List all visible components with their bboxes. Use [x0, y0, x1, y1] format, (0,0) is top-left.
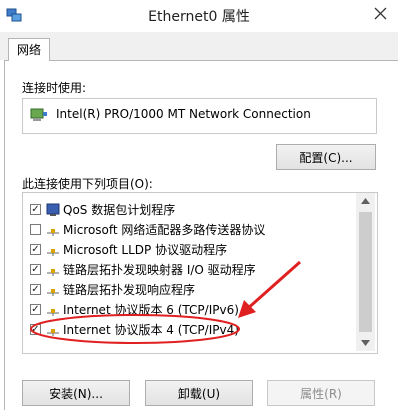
list-item-label: 链路层拓扑发现映射器 I/O 驱动程序 — [63, 263, 256, 277]
protocol-icon — [47, 289, 59, 296]
qos-icon — [46, 203, 60, 216]
window-title: Ethernet0 属性 — [148, 9, 250, 25]
list-item-ipv6[interactable]: ✓ Internet 协议版本 6 (TCP/IPv6) — [23, 300, 353, 320]
protocol-icon — [47, 229, 59, 236]
close-icon[interactable] — [363, 0, 398, 28]
configure-button[interactable]: 配置(C)... — [276, 144, 376, 170]
list-item-label: 链路层拓扑发现响应程序 — [63, 283, 196, 297]
scroll-down-icon[interactable] — [359, 338, 372, 348]
scrollbar-thumb[interactable] — [359, 212, 372, 332]
list-item-label: Internet 协议版本 6 (TCP/IPv6) — [63, 303, 239, 317]
list-item-qos[interactable]: ✓ QoS 数据包计划程序 — [23, 200, 353, 220]
properties-button[interactable]: 属性(R) — [267, 380, 375, 406]
scroll-up-icon[interactable] — [359, 196, 372, 206]
list-item-ipv4[interactable]: ✓ Internet 协议版本 4 (TCP/IPv4) — [23, 320, 353, 340]
items-listbox[interactable]: ✓ QoS 数据包计划程序 Microsoft 网络适配器多路传送器协议 ✓ M… — [22, 192, 378, 354]
checkbox[interactable]: ✓ — [30, 284, 41, 295]
list-item-label: Microsoft LLDP 协议驱动程序 — [63, 243, 228, 257]
connect-using-label: 连接时使用: — [22, 81, 87, 95]
list-item-lltd-mapper[interactable]: ✓ 链路层拓扑发现映射器 I/O 驱动程序 — [23, 260, 353, 280]
list-item-label: QoS 数据包计划程序 — [63, 203, 176, 217]
items-label: 此连接使用下列项目(O): — [22, 177, 153, 191]
checkbox[interactable]: ✓ — [30, 244, 41, 255]
list-item-label: Microsoft 网络适配器多路传送器协议 — [63, 223, 266, 237]
network-adapter-icon — [30, 108, 47, 121]
checkbox[interactable]: ✓ — [30, 204, 41, 215]
uninstall-button[interactable]: 卸载(U) — [145, 380, 253, 406]
tab-network[interactable]: 网络 — [8, 38, 51, 61]
adapter-name: Intel(R) PRO/1000 MT Network Connection — [56, 107, 311, 121]
checkbox[interactable]: ✓ — [30, 324, 41, 335]
list-item-lltd-responder[interactable]: ✓ 链路层拓扑发现响应程序 — [23, 280, 353, 300]
protocol-icon — [47, 269, 59, 276]
checkbox[interactable]: ✓ — [30, 264, 41, 275]
list-item-multiplexor[interactable]: Microsoft 网络适配器多路传送器协议 — [23, 220, 353, 240]
install-button[interactable]: 安装(N)... — [22, 380, 130, 406]
protocol-icon — [47, 309, 59, 316]
checkbox[interactable]: ✓ — [30, 304, 41, 315]
list-item-lldp[interactable]: ✓ Microsoft LLDP 协议驱动程序 — [23, 240, 353, 260]
tab-strip — [0, 32, 398, 60]
protocol-icon — [47, 249, 59, 256]
protocol-icon — [47, 329, 59, 336]
checkbox[interactable] — [30, 224, 41, 235]
list-item-label: Internet 协议版本 4 (TCP/IPv4) — [63, 323, 239, 337]
